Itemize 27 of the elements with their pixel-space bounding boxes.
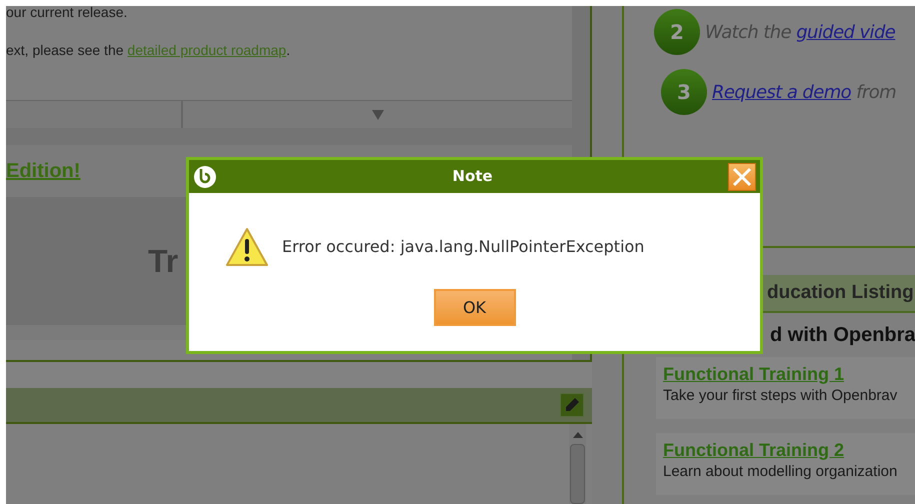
step-link[interactable]: Request a demo: [712, 82, 852, 102]
close-button[interactable]: [728, 162, 756, 190]
step-number: 2: [654, 9, 700, 55]
app-logo-icon: [193, 164, 217, 188]
dropdown-arrow-icon[interactable]: [372, 110, 384, 120]
step-link[interactable]: guided vide: [796, 22, 896, 42]
roadmap-sentence: ext, please see the detailed product roadmap.: [6, 42, 292, 60]
step-number: 3: [661, 69, 707, 115]
error-message: Error occured: java.lang.NullPointerException: [282, 236, 644, 258]
step-text: Request a demo from: [712, 80, 896, 104]
scroll-up-icon[interactable]: [572, 432, 582, 438]
course-description: Learn about modelling organization: [663, 462, 898, 482]
intro-text: our current release.: [6, 6, 128, 22]
course-description: Take your first steps with Openbrav: [663, 386, 898, 406]
ok-button[interactable]: OK: [434, 289, 516, 326]
close-icon: [732, 166, 752, 186]
roadmap-link[interactable]: detailed product roadmap: [127, 42, 286, 58]
edit-button[interactable]: [560, 392, 584, 417]
step-text: Watch the guided vide: [705, 20, 896, 44]
dialog-title: Note: [451, 166, 494, 188]
scrollbar[interactable]: [569, 424, 586, 504]
course-link[interactable]: Functional Training 2: [663, 439, 844, 461]
edition-link[interactable]: Edition!: [6, 156, 80, 186]
section-title: ducation Listing: [767, 280, 914, 305]
course-link[interactable]: Functional Training 1: [663, 363, 844, 385]
warning-icon: [225, 227, 269, 267]
pencil-icon: [564, 396, 580, 413]
